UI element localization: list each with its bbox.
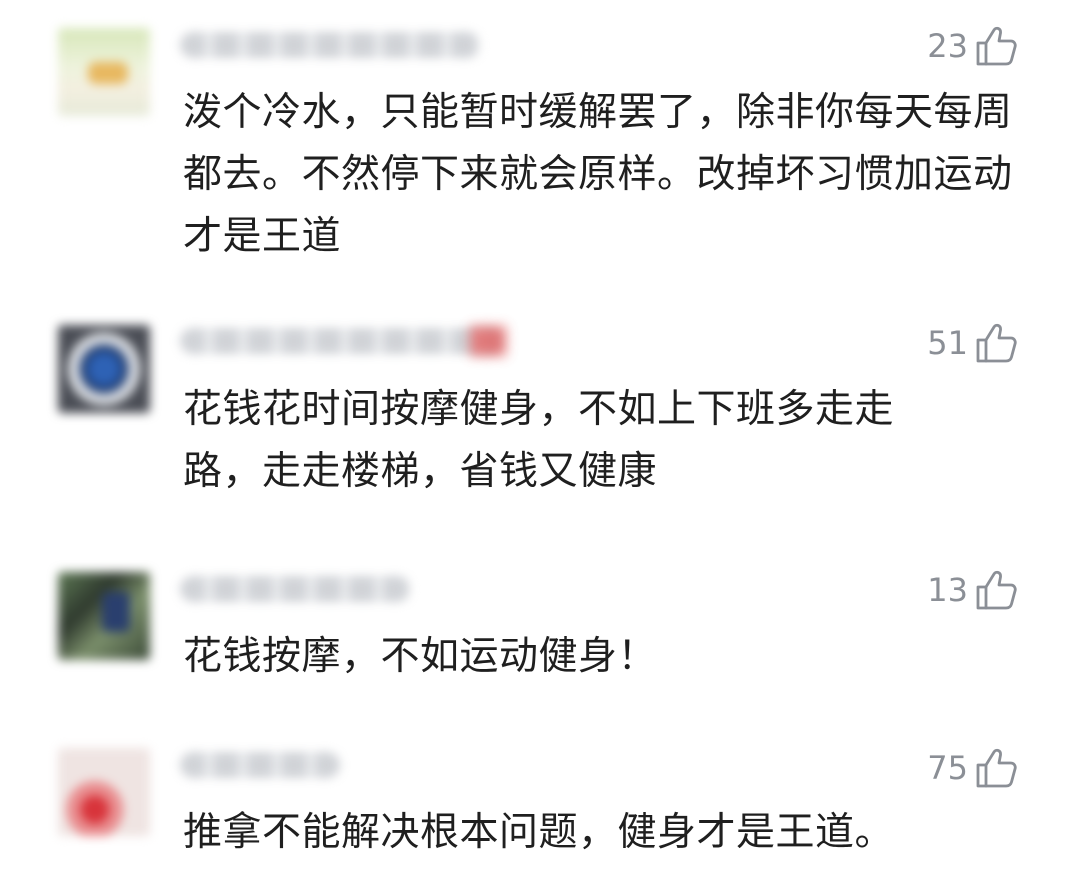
like-button[interactable]: 75 xyxy=(927,746,1018,790)
thumbs-up-icon xyxy=(976,748,1017,788)
comment-item: 75 推拿不能解决根本问题，健身才是王道。 xyxy=(0,0,1080,891)
like-count: 75 xyxy=(927,749,968,787)
avatar[interactable] xyxy=(58,748,150,836)
comment-text: 推拿不能解决根本问题，健身才是王道。 xyxy=(183,810,895,855)
username-blurred[interactable] xyxy=(180,752,340,778)
